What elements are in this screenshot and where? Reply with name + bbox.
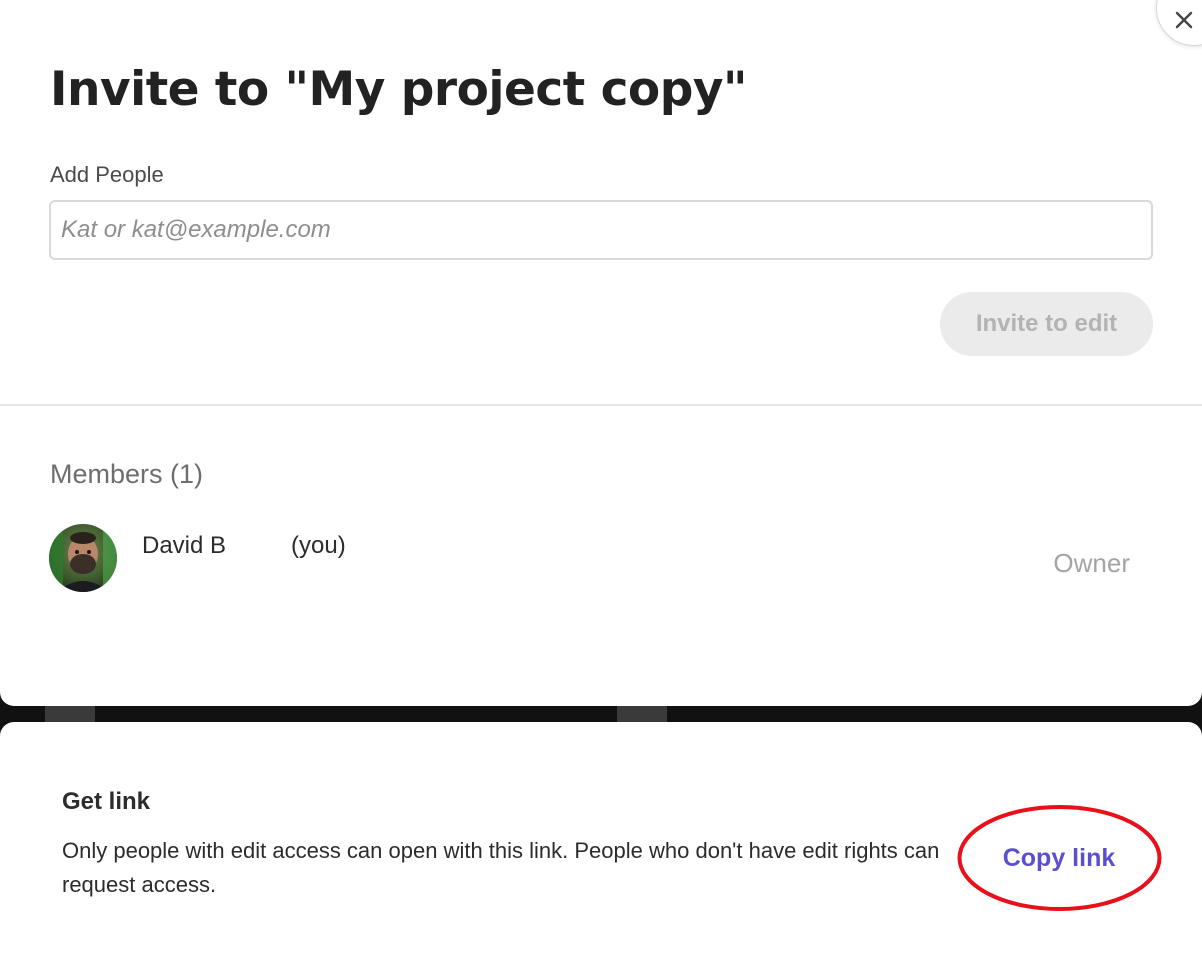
get-link-description: Only people with edit access can open wi… [62,838,940,897]
close-button[interactable] [1156,0,1202,46]
add-people-label: Add People [50,162,164,187]
member-role: Owner [1053,548,1130,578]
member-name: David B [142,532,227,559]
dialog-title: Invite to "My project copy" [50,62,748,117]
invite-to-edit-button[interactable]: Invite to edit [940,292,1153,356]
members-heading: Members (1) [50,459,204,489]
invite-dialog: Invite to "My project copy" Add People I… [0,0,1202,706]
add-people-input[interactable] [49,200,1153,260]
get-link-heading: Get link [62,788,151,815]
close-icon [1175,11,1193,29]
avatar [49,524,117,592]
member-you-label: (you) [291,532,346,559]
copy-link-button[interactable]: Copy link [985,832,1133,884]
member-row: David B (you) Owner [49,524,1153,594]
section-divider [0,404,1202,406]
get-link-panel: Get link Only people with edit access ca… [0,722,1202,962]
avatar-image [49,524,117,592]
